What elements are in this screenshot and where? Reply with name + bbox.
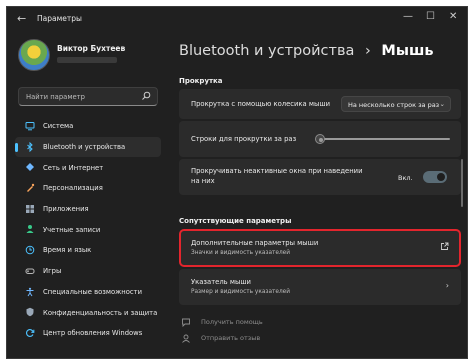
breadcrumb-separator: › bbox=[365, 43, 371, 59]
window-title: Параметры bbox=[37, 14, 82, 23]
feedback-icon bbox=[182, 334, 190, 343]
chevron-right-icon: › bbox=[445, 281, 449, 290]
sidebar-item-privacy[interactable]: Конфиденциальность и защита bbox=[15, 302, 161, 323]
title-bar: ← Параметры — ☐ ✕ bbox=[7, 7, 467, 31]
gaming-icon bbox=[25, 268, 35, 274]
get-help-label: Получить помощь bbox=[201, 318, 263, 326]
scroll-lines-label: Строки для прокрутки за раз bbox=[191, 135, 297, 143]
apps-icon bbox=[26, 204, 34, 213]
sidebar-item-time-language[interactable]: Время и язык bbox=[15, 240, 161, 261]
scroll-wheel-label: Прокрутка с помощью колесика мыши bbox=[191, 100, 330, 108]
network-icon bbox=[26, 163, 34, 172]
sidebar-item-label: Персонализация bbox=[43, 184, 103, 193]
accounts-icon bbox=[26, 225, 34, 234]
inactive-scroll-label-line1: Прокручивать неактивные окна при наведен… bbox=[191, 167, 363, 175]
sidebar-item-label: Учетные записи bbox=[43, 225, 101, 234]
toggle-state-label: Вкл. bbox=[398, 174, 413, 182]
scroll-lines-slider-thumb[interactable] bbox=[315, 134, 325, 144]
breadcrumb-parent[interactable]: Bluetooth и устройства bbox=[179, 43, 354, 59]
user-name: Виктор Бухтеев bbox=[57, 44, 126, 53]
sidebar-item-label: Время и язык bbox=[43, 246, 92, 255]
sidebar-item-apps[interactable]: Приложения bbox=[15, 199, 161, 220]
red-highlight-frame bbox=[179, 229, 461, 267]
maximize-button[interactable]: ☐ bbox=[426, 11, 435, 22]
inactive-scroll-toggle[interactable] bbox=[423, 171, 447, 183]
section-heading-related: Сопутствующие параметры bbox=[179, 217, 292, 225]
sidebar-item-windows-update[interactable]: Центр обновления Windows bbox=[15, 323, 161, 344]
inactive-scroll-card: Прокручивать неактивные окна при наведен… bbox=[179, 159, 461, 195]
search-input[interactable]: Найти параметр bbox=[18, 87, 158, 106]
accessibility-icon bbox=[26, 287, 34, 296]
privacy-icon bbox=[26, 307, 34, 317]
close-button[interactable]: ✕ bbox=[449, 11, 457, 22]
section-heading-scroll: Прокрутка bbox=[179, 77, 223, 85]
mouse-pointer-subtitle: Размер и видимость указателей bbox=[191, 289, 291, 295]
sidebar-item-label: Сеть и Интернет bbox=[43, 163, 104, 172]
search-icon bbox=[142, 91, 151, 100]
settings-window: ← Параметры — ☐ ✕ Виктор Бухтеев Найти п… bbox=[6, 6, 468, 359]
sidebar-nav: Система Bluetooth и устройства Сеть и Ин… bbox=[15, 116, 161, 344]
user-email-redacted bbox=[57, 57, 117, 63]
sidebar-item-label: Центр обновления Windows bbox=[43, 329, 143, 338]
breadcrumb: Bluetooth и устройства › Мышь bbox=[179, 43, 434, 59]
scrollbar[interactable] bbox=[461, 159, 463, 207]
chevron-down-icon: ⌄ bbox=[439, 100, 445, 108]
page-title: Мышь bbox=[381, 43, 434, 59]
sidebar-item-accessibility[interactable]: Специальные возможности bbox=[15, 282, 161, 303]
scroll-lines-card: Строки для прокрутки за раз bbox=[179, 121, 461, 157]
back-button[interactable]: ← bbox=[17, 12, 26, 25]
mouse-pointer-card[interactable]: Указатель мыши Размер и видимость указат… bbox=[179, 269, 461, 305]
sidebar-item-label: Конфиденциальность и защита bbox=[43, 308, 158, 317]
search-placeholder: Найти параметр bbox=[26, 93, 85, 101]
sidebar-item-personalization[interactable]: Персонализация bbox=[15, 178, 161, 199]
sidebar-item-label: Bluetooth и устройства bbox=[43, 143, 126, 152]
send-feedback-label: Отправить отзыв bbox=[201, 334, 261, 342]
sidebar-item-label: Игры bbox=[43, 267, 62, 276]
mouse-pointer-title: Указатель мыши bbox=[191, 278, 251, 286]
scroll-wheel-value: На несколько строк за раз bbox=[348, 100, 440, 109]
sidebar-item-label: Специальные возможности bbox=[43, 287, 142, 296]
sidebar-item-accounts[interactable]: Учетные записи bbox=[15, 219, 161, 240]
scroll-wheel-card: Прокрутка с помощью колесика мыши На нес… bbox=[179, 89, 461, 119]
bluetooth-icon bbox=[27, 141, 33, 152]
sidebar-item-network[interactable]: Сеть и Интернет bbox=[15, 157, 161, 178]
sidebar-item-label: Система bbox=[43, 122, 74, 131]
windows-update-icon bbox=[26, 328, 35, 337]
scroll-lines-slider-track[interactable] bbox=[316, 138, 450, 140]
personalization-icon bbox=[27, 183, 35, 193]
sidebar-item-label: Приложения bbox=[43, 205, 89, 214]
system-icon bbox=[25, 122, 35, 131]
scroll-wheel-dropdown[interactable]: На несколько строк за раз ⌄ bbox=[341, 96, 451, 112]
time-language-icon bbox=[25, 245, 35, 255]
sidebar-item-gaming[interactable]: Игры bbox=[15, 261, 161, 282]
sidebar-item-bluetooth[interactable]: Bluetooth и устройства bbox=[15, 136, 161, 158]
avatar[interactable] bbox=[18, 39, 50, 71]
help-icon bbox=[182, 318, 190, 327]
inactive-scroll-label-line2: на них bbox=[191, 177, 215, 185]
minimize-button[interactable]: — bbox=[403, 11, 413, 22]
sidebar-item-system[interactable]: Система bbox=[15, 116, 161, 137]
